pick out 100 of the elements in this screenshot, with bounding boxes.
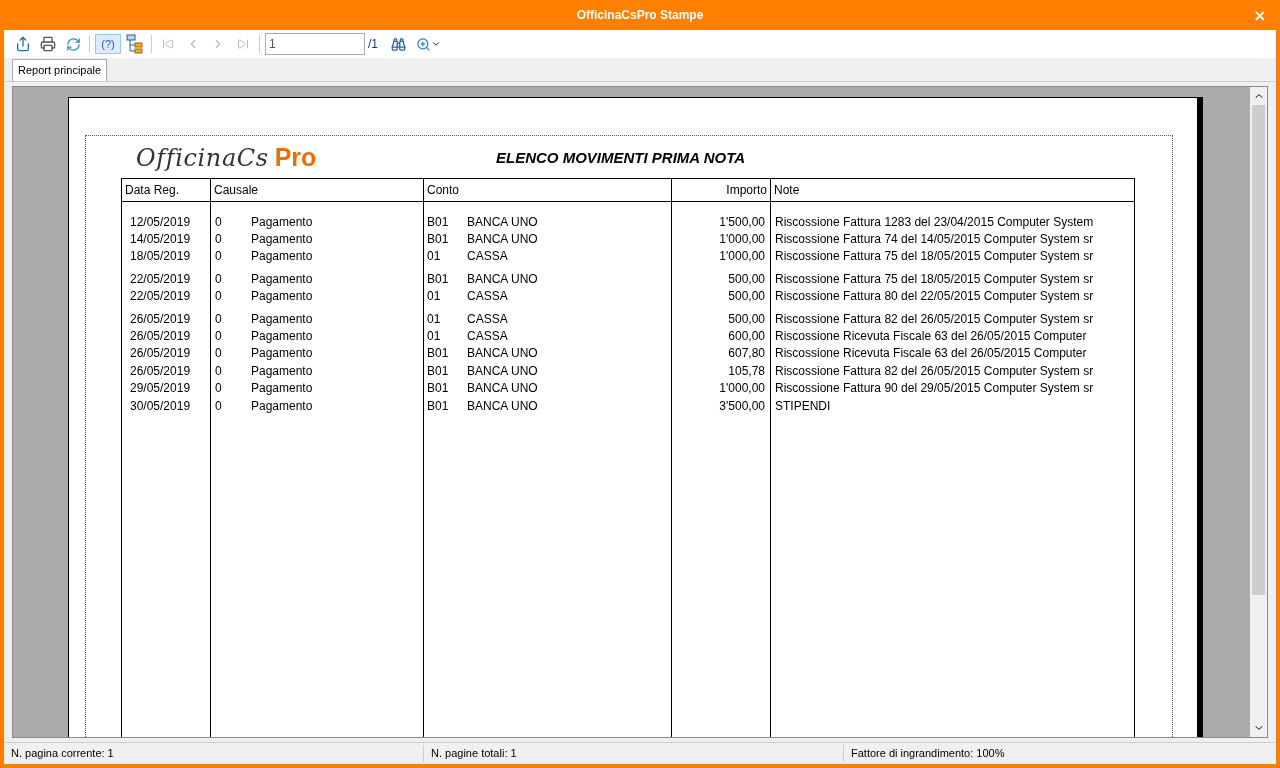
causale-cell-text: Pagamento <box>251 345 313 363</box>
note-cell: STIPENDI <box>775 398 831 413</box>
date-cell: 30/05/2019 <box>130 398 191 413</box>
code-cell-text: 0 <box>215 248 223 266</box>
account-cell-text: CASSA <box>467 328 508 346</box>
amount-cell-text: 600,00 <box>728 328 765 346</box>
account-cell-text: BANCA UNO <box>467 380 538 398</box>
causale-cell-text: Pagamento <box>251 362 313 380</box>
date-cell: 26/05/2019 <box>130 346 191 361</box>
account-code-cell-text: B01 <box>427 270 450 288</box>
account-code-cell-text: B01 <box>427 213 450 231</box>
binoculars-icon <box>390 36 406 52</box>
code-cell-text: 0 <box>215 380 223 398</box>
account-cell-text: CASSA <box>467 288 508 306</box>
help-button[interactable]: (?) <box>95 34 121 54</box>
account-code-cell-text: 01 <box>427 328 442 346</box>
date-cell: 22/05/2019 <box>130 271 191 286</box>
account-code-cell-text: B01 <box>427 380 450 398</box>
amount-cell-text: 1'500,00 <box>719 213 765 231</box>
caret-icon <box>431 39 441 49</box>
causale-cell-text: Pagamento <box>251 397 313 415</box>
report-tab[interactable]: Report principale <box>12 59 108 81</box>
column-header: Note <box>773 182 801 199</box>
amount-cell-text: 1'000,00 <box>719 380 765 398</box>
status-text: N. pagine totali: 1 <box>431 747 517 760</box>
first-page-icon <box>162 38 174 50</box>
account-cell-text: BANCA UNO <box>467 345 538 363</box>
note-cell: Riscossione Fattura 90 del 29/05/2015 Computer System sr <box>775 381 1094 396</box>
page-total: /1 <box>368 36 378 53</box>
account-code-cell-text: B01 <box>427 397 450 415</box>
account-cell-text: BANCA UNO <box>467 231 538 249</box>
note-cell: Riscossione Ricevuta Fiscale 63 del 26/05/2015 Computer <box>775 329 1087 344</box>
export-icon <box>15 36 31 52</box>
page-field[interactable]: 1 <box>265 33 365 55</box>
causale-cell-text: Pagamento <box>251 213 313 231</box>
date-cell: 12/05/2019 <box>130 214 191 229</box>
tree-icon <box>126 34 144 54</box>
window-title: OfficinaCsPro Stampe <box>576 7 704 24</box>
code-cell-text: 0 <box>215 310 223 328</box>
amount-cell-text: 500,00 <box>728 270 765 288</box>
account-cell-text: CASSA <box>467 310 508 328</box>
code-cell-text: 0 <box>215 397 223 415</box>
code-cell-text: 0 <box>215 231 223 249</box>
causale-cell-text: Pagamento <box>251 270 313 288</box>
causale-cell-text: Pagamento <box>251 310 313 328</box>
note-cell: Riscossione Fattura 80 del 22/05/2015 Computer System sr <box>775 289 1094 304</box>
amount-cell-text: 500,00 <box>728 288 765 306</box>
code-cell-text: 0 <box>215 288 223 306</box>
status-text: Fattore di ingrandimento: 100% <box>851 747 1005 760</box>
amount-cell-text: 3'500,00 <box>719 397 765 415</box>
note-cell: Riscossione Fattura 1283 del 23/04/2015 Computer System <box>775 214 1094 229</box>
column-header: Data Reg. <box>122 179 211 201</box>
date-cell: 29/05/2019 <box>130 381 191 396</box>
account-cell-text: BANCA UNO <box>467 362 538 380</box>
account-cell-text: BANCA UNO <box>467 397 538 415</box>
account-code-cell-text: B01 <box>427 231 450 249</box>
logo: OfficinaCs Pro <box>135 142 318 175</box>
print-icon <box>40 36 56 52</box>
tree-button[interactable] <box>124 33 146 55</box>
account-code-cell-text: 01 <box>427 288 442 306</box>
amount-cell-text: 500,00 <box>728 310 765 328</box>
causale-cell-text: Pagamento <box>251 231 313 249</box>
causale-cell-text: Pagamento <box>251 248 313 266</box>
code-cell-text: 0 <box>215 328 223 346</box>
date-cell: 26/05/2019 <box>130 329 191 344</box>
account-code-cell-text: B01 <box>427 362 450 380</box>
code-cell-text: 0 <box>215 213 223 231</box>
note-cell: Riscossione Fattura 82 del 26/05/2015 Computer System sr <box>775 363 1094 378</box>
account-cell-text: BANCA UNO <box>467 270 538 288</box>
date-cell: 22/05/2019 <box>130 289 191 304</box>
zoom-icon <box>416 36 431 52</box>
amount-cell-text: 607,80 <box>728 345 765 363</box>
column-header: Causale <box>211 179 424 201</box>
date-cell: 18/05/2019 <box>130 249 191 264</box>
account-code-cell-text: B01 <box>427 345 450 363</box>
refresh-icon <box>65 36 81 52</box>
account-code-cell-text: 01 <box>427 248 442 266</box>
date-cell: 26/05/2019 <box>130 311 191 326</box>
column-header: Importo <box>672 179 771 201</box>
status-text: N. pagina corrente: 1 <box>11 747 114 760</box>
amount-cell-text: 105,78 <box>728 362 765 380</box>
account-cell-text: CASSA <box>467 248 508 266</box>
note-cell: Riscossione Fattura 75 del 18/05/2015 Computer System sr <box>775 271 1094 286</box>
amount-cell-text: 1'000,00 <box>719 231 765 249</box>
note-cell: Riscossione Ricevuta Fiscale 63 del 26/05/2015 Computer <box>775 346 1087 361</box>
causale-cell-text: Pagamento <box>251 288 313 306</box>
column-header: Conto <box>424 179 672 201</box>
date-cell: 26/05/2019 <box>130 363 191 378</box>
note-cell: Riscossione Fattura 75 del 18/05/2015 Computer System sr <box>775 249 1094 264</box>
note-cell: Riscossione Fattura 74 del 14/05/2015 Computer System sr <box>775 232 1094 247</box>
report-title: ELENCO MOVIMENTI PRIMA NOTA <box>496 147 746 168</box>
code-cell-text: 0 <box>215 270 223 288</box>
date-cell: 14/05/2019 <box>130 232 191 247</box>
account-code-cell-text: 01 <box>427 310 442 328</box>
amount-cell-text: 1'000,00 <box>719 248 765 266</box>
causale-cell-text: Pagamento <box>251 328 313 346</box>
account-cell-text: BANCA UNO <box>467 213 538 231</box>
code-cell-text: 0 <box>215 362 223 380</box>
note-cell: Riscossione Fattura 82 del 26/05/2015 Computer System sr <box>775 311 1094 326</box>
causale-cell-text: Pagamento <box>251 380 313 398</box>
